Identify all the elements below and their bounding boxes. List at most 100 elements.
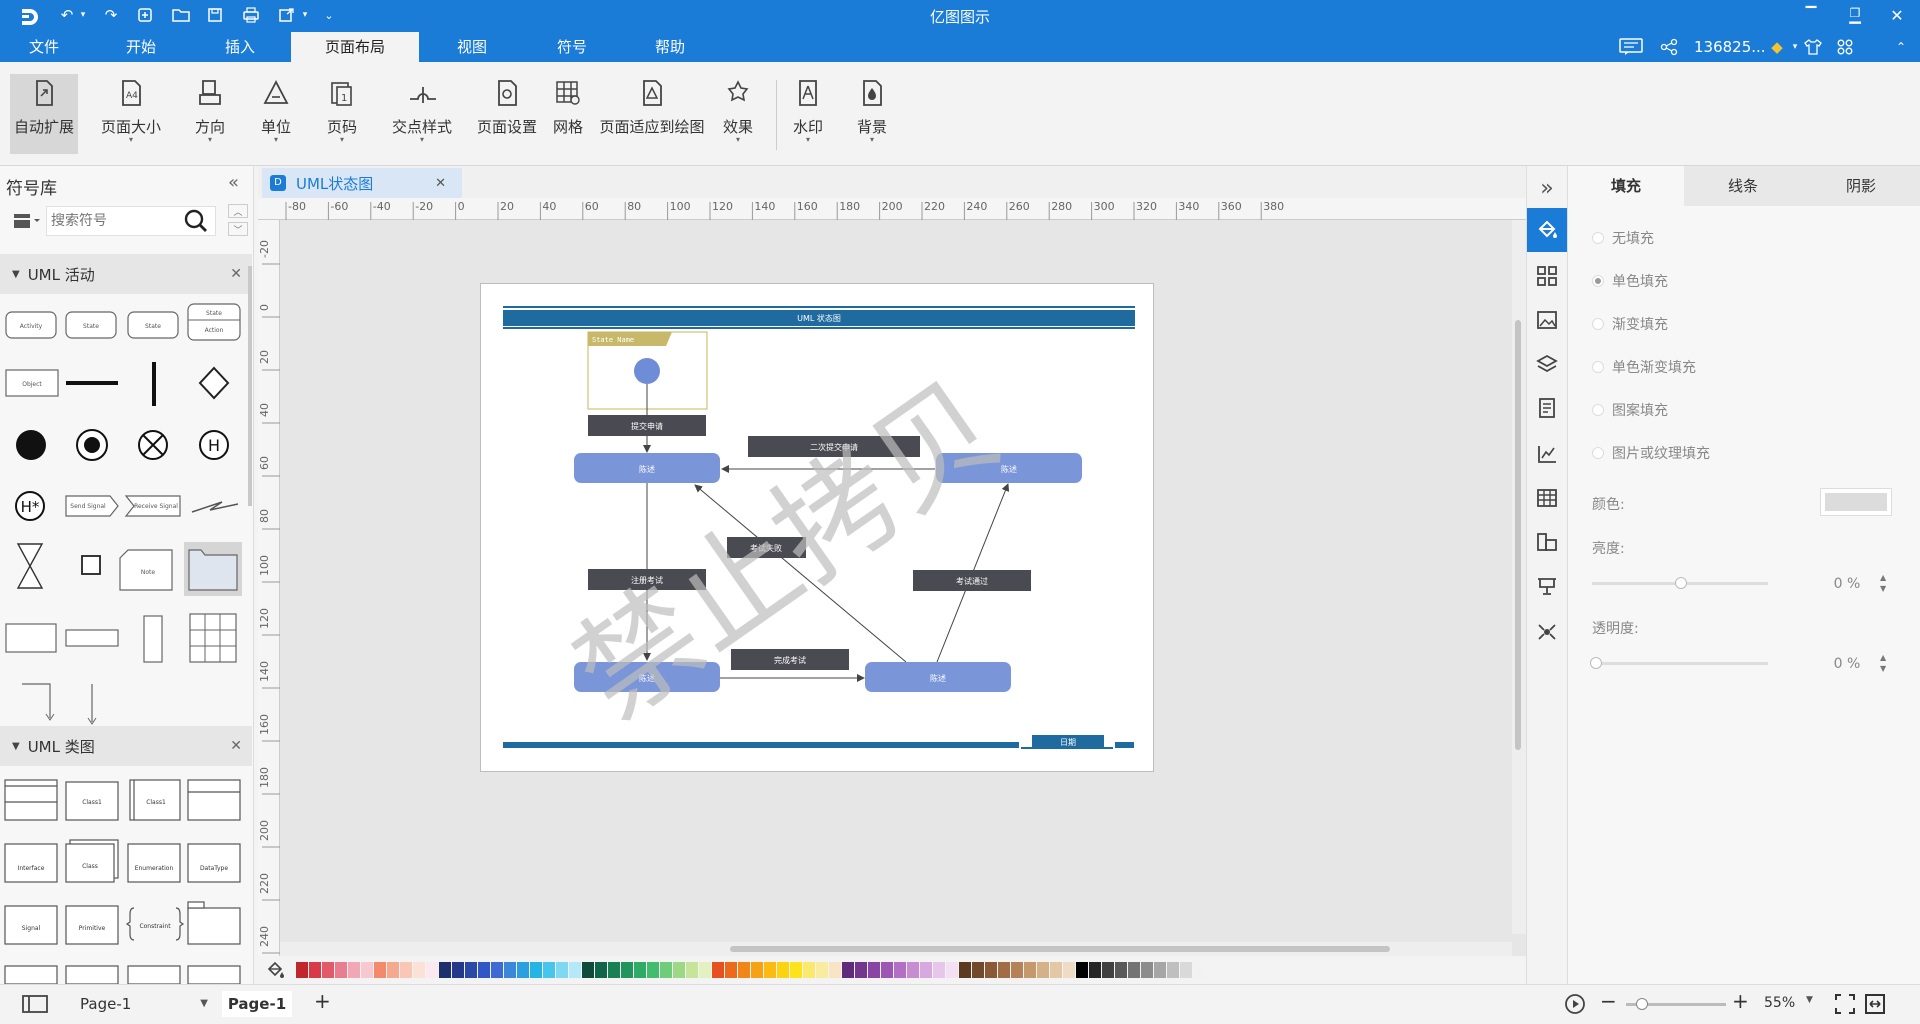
color-swatch[interactable]	[959, 962, 971, 978]
tab-line[interactable]: 线条	[1684, 166, 1802, 206]
library-scrollbar[interactable]	[248, 266, 252, 506]
color-swatch[interactable]	[374, 962, 386, 978]
close-window-icon[interactable]: ✕	[1886, 4, 1908, 26]
color-swatch[interactable]	[1089, 962, 1101, 978]
menu-view[interactable]: 视图	[428, 32, 516, 62]
color-picker[interactable]	[1820, 488, 1892, 516]
option-solid-fill[interactable]: 单色填充	[1592, 271, 1668, 291]
color-swatch[interactable]	[803, 962, 815, 978]
transparency-slider-thumb[interactable]	[1590, 657, 1602, 669]
color-swatch[interactable]	[595, 962, 607, 978]
redo-icon[interactable]: ↷	[100, 4, 122, 26]
page-size-button[interactable]: A4 页面大小 ▾	[98, 74, 164, 154]
page-tab[interactable]: Page-1	[222, 991, 292, 1017]
menu-insert[interactable]: 插入	[196, 32, 284, 62]
open-folder-icon[interactable]	[170, 4, 192, 26]
zoom-slider-thumb[interactable]	[1636, 998, 1648, 1010]
color-swatch[interactable]	[1115, 962, 1127, 978]
color-swatch[interactable]	[985, 962, 997, 978]
library-section-uml-activity[interactable]: ▼ UML 活动 ✕	[0, 254, 252, 294]
restore-window-icon[interactable]: ❐	[1844, 2, 1866, 24]
color-swatch[interactable]	[1193, 962, 1205, 978]
menu-page-layout[interactable]: 页面布局	[291, 32, 419, 62]
option-no-fill[interactable]: 无填充	[1592, 228, 1654, 248]
color-swatch[interactable]	[829, 962, 841, 978]
color-swatch[interactable]	[972, 962, 984, 978]
color-swatch[interactable]	[1024, 962, 1036, 978]
color-swatch[interactable]	[400, 962, 412, 978]
color-swatch[interactable]	[933, 962, 945, 978]
fit-to-drawing-button[interactable]: 页面适应到绘图	[598, 74, 706, 154]
color-swatch[interactable]	[504, 962, 516, 978]
color-swatch[interactable]	[1102, 962, 1114, 978]
play-icon[interactable]	[1564, 993, 1586, 1015]
library-section-uml-class[interactable]: ▼ UML 类图 ✕	[0, 726, 252, 766]
page-select[interactable]: Page-1 ▼	[72, 991, 212, 1017]
option-single-gradient-fill[interactable]: 单色渐变填充	[1592, 357, 1696, 377]
color-swatch[interactable]	[894, 962, 906, 978]
option-picture-fill[interactable]: 图片或纹理填充	[1592, 443, 1710, 463]
color-swatch[interactable]	[1141, 962, 1153, 978]
color-swatch[interactable]	[309, 962, 321, 978]
diagram-page[interactable]: UML 状态图 State Name 提交申请 二次提交申请 考试失败 注册考试	[480, 283, 1154, 772]
color-swatch[interactable]	[608, 962, 620, 978]
color-swatch[interactable]	[764, 962, 776, 978]
color-swatch[interactable]	[335, 962, 347, 978]
page-panel-icon[interactable]	[22, 995, 48, 1013]
menu-help[interactable]: 帮助	[626, 32, 714, 62]
horizontal-scroll-thumb[interactable]	[730, 946, 1390, 952]
background-button[interactable]: 背景 ▾	[852, 74, 892, 154]
color-swatch[interactable]	[1167, 962, 1179, 978]
color-swatch[interactable]	[907, 962, 919, 978]
app-logo-icon[interactable]	[14, 4, 44, 30]
menu-symbol[interactable]: 符号	[528, 32, 616, 62]
color-swatch[interactable]	[790, 962, 802, 978]
color-swatch[interactable]	[634, 962, 646, 978]
canvas-area[interactable]: -80 -60 -40 -20 0 20 40 60 80 100 120 140 160 180 200 2…	[258, 198, 1526, 956]
color-swatch[interactable]	[647, 962, 659, 978]
mindmap-icon[interactable]	[1527, 610, 1567, 654]
color-swatch[interactable]	[387, 962, 399, 978]
color-swatch[interactable]	[517, 962, 529, 978]
vertical-scrollbar[interactable]	[1512, 220, 1526, 934]
color-swatch[interactable]	[738, 962, 750, 978]
color-swatch[interactable]	[673, 962, 685, 978]
undo-dropdown-icon[interactable]: ▾	[72, 4, 94, 26]
color-swatch[interactable]	[322, 962, 334, 978]
layers-icon[interactable]	[1527, 342, 1567, 386]
document-icon[interactable]	[1527, 386, 1567, 430]
color-swatch[interactable]	[1037, 962, 1049, 978]
zoom-out-icon[interactable]: −	[1600, 989, 1617, 1013]
color-swatch[interactable]	[725, 962, 737, 978]
color-swatch[interactable]	[712, 962, 724, 978]
color-swatch[interactable]	[777, 962, 789, 978]
add-page-icon[interactable]: +	[314, 989, 331, 1013]
skin-shirt-icon[interactable]	[1802, 36, 1824, 58]
table-icon[interactable]	[1527, 476, 1567, 520]
color-swatch[interactable]	[816, 962, 828, 978]
brightness-spinner-icon[interactable]: ▲ ▼	[1880, 572, 1886, 594]
color-swatch[interactable]	[296, 962, 308, 978]
close-tab-icon[interactable]: ✕	[435, 176, 446, 191]
image-icon[interactable]	[1527, 298, 1567, 342]
fill-tool-icon[interactable]	[1527, 208, 1567, 252]
search-next-icon[interactable]: ﹀	[228, 222, 248, 236]
minimize-ribbon-icon[interactable]: ▔	[1800, 4, 1822, 26]
option-gradient-fill[interactable]: 渐变填充	[1592, 314, 1668, 334]
transparency-spinner-icon[interactable]: ▲ ▼	[1880, 652, 1886, 674]
color-swatch[interactable]	[855, 962, 867, 978]
effect-button[interactable]: 效果 ▾	[718, 74, 758, 154]
new-icon[interactable]	[134, 4, 156, 26]
color-swatch[interactable]	[998, 962, 1010, 978]
org-chart-icon[interactable]	[1527, 520, 1567, 564]
color-swatch[interactable]	[582, 962, 594, 978]
color-swatch[interactable]	[1128, 962, 1140, 978]
unit-button[interactable]: 单位 ▾	[254, 74, 298, 154]
horizontal-scrollbar[interactable]	[280, 942, 1512, 956]
presentation-icon[interactable]	[1527, 564, 1567, 608]
color-swatch[interactable]	[543, 962, 555, 978]
page-setup-button[interactable]: 页面设置	[474, 74, 540, 154]
menu-home[interactable]: 开始	[98, 32, 184, 62]
option-pattern-fill[interactable]: 图案填充	[1592, 400, 1668, 420]
watermark-button[interactable]: 水印 ▾	[788, 74, 828, 154]
